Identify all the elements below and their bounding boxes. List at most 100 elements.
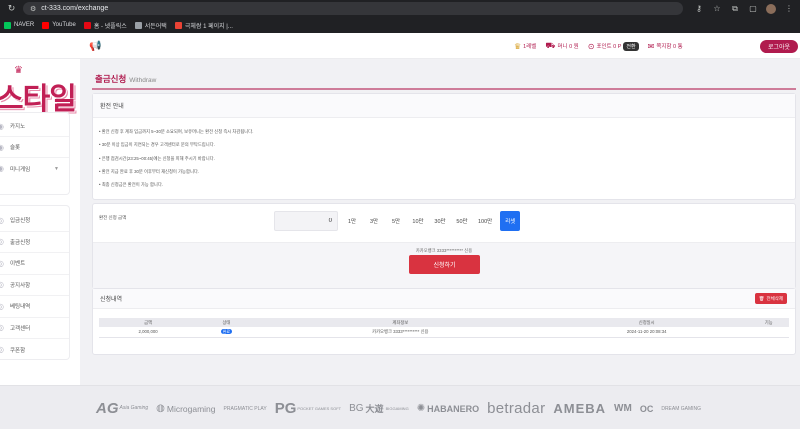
notice-line: • 환전 지급 완료 후 30분 이후부터 재신청이 가능합니다.: [99, 168, 200, 174]
coupon-icon: ◎: [0, 345, 4, 355]
page-title-text: 출금신청: [95, 74, 127, 84]
header-money[interactable]: ⛟ 머니 0 원: [545, 41, 578, 51]
casino-icon: ◉: [0, 121, 4, 131]
amount-button-50k[interactable]: 5만: [385, 211, 407, 231]
notice-title: 환전 안내: [93, 94, 795, 118]
provider-sublabel: POCKET GAMES SOFT: [297, 405, 342, 411]
amount-button-500k[interactable]: 50만: [451, 211, 473, 231]
delete-all-button[interactable]: 🗑 전체삭제: [754, 293, 787, 304]
amount-button-300k[interactable]: 30만: [429, 211, 451, 231]
provider-label: PG: [274, 400, 297, 417]
site-icon: [174, 21, 182, 29]
event-icon: ◎: [0, 258, 4, 268]
bookmark-netflix[interactable]: 홈 - 넷플릭스: [83, 21, 127, 30]
sidebar-item-casino[interactable]: ◉ 카지노: [0, 116, 69, 137]
provider-asia-gaming: AG Asia Gaming: [96, 400, 148, 417]
sidebar-item-withdraw[interactable]: ◎ 출금신청: [0, 232, 69, 253]
site-logo[interactable]: ♛ 스타일: [0, 63, 80, 116]
trash-icon: 🗑: [758, 295, 765, 301]
sidebar-item-event[interactable]: ◎ 이벤트: [0, 253, 69, 275]
bookmark-label: NAVER: [14, 22, 35, 28]
provider-betradar: betradar: [487, 400, 545, 417]
address-bar[interactable]: ⚙ ct-333.com/exchange: [23, 2, 683, 15]
amount-button-1m[interactable]: 100만: [473, 211, 497, 231]
header-level[interactable]: ♛ 1레벨: [514, 42, 536, 51]
browser-actions: ⚷ ☆ ⧉ ▢ ⋮: [694, 3, 794, 14]
bookmark-site[interactable]: 극체쌈 1 페이지 |...: [174, 21, 233, 30]
header-point[interactable]: ⊙ 포인트 0 P 전환: [588, 41, 639, 51]
browser-chrome: ↻ ⚙ ct-333.com/exchange ⚷ ☆ ⧉ ▢ ⋮ NAVER …: [0, 0, 800, 33]
header-status: ♛ 1레벨 ⛟ 머니 0 원 ⊙ 포인트 0 P 전환 ✉ 쪽지함 0 통: [514, 41, 683, 51]
cell-account: 카카오뱅크 3333********** 신용: [255, 327, 546, 338]
amount-button-30k[interactable]: 3만: [363, 211, 385, 231]
provider-label: Microgaming: [166, 403, 216, 414]
amount-button-100k[interactable]: 10만: [407, 211, 429, 231]
cell-date: 2024-11-20 20:08:34: [545, 327, 749, 338]
sidebar-item-support[interactable]: ◎ 고객센터: [0, 318, 69, 339]
habanero-icon: ✺: [416, 403, 426, 414]
minigame-icon: ◉: [0, 164, 4, 173]
provider-oc: OC: [640, 404, 654, 414]
bookmarks-bar: NAVER YouTube 홈 - 넷플릭스 서든어택 극체쌈 1 페이지 |.…: [0, 17, 800, 33]
sidebar-item-coupon[interactable]: ◎ 쿠폰함: [0, 339, 69, 361]
cell-action: [748, 327, 789, 338]
amount-buttons: 1만 3만 5만 10만 30만 50만 100만 리셋: [341, 211, 521, 231]
logout-button[interactable]: 로그아웃: [760, 40, 798, 53]
provider-microgaming: ◍ Microgaming: [156, 403, 215, 414]
sidepanel-icon[interactable]: ▢: [748, 4, 758, 13]
withdraw-icon: ◎: [0, 237, 4, 247]
sidebar-item-slot[interactable]: ◉ 슬롯: [0, 137, 69, 158]
bookmark-naver[interactable]: NAVER: [4, 21, 35, 29]
sidebar-item-label: 베팅내역: [10, 304, 31, 311]
withdraw-history-card: 신청내역 🗑 전체삭제 금액 상태 계좌정보 신청일시 기능 2,000,000…: [92, 288, 796, 355]
bookmark-label: 극체쌈 1 페이지 |...: [184, 23, 233, 30]
history-title: 신청내역: [93, 289, 795, 309]
submit-withdraw-button[interactable]: 신청하기: [409, 255, 480, 274]
header-mail[interactable]: ✉ 쪽지함 0 통: [648, 42, 683, 51]
column-header: 신청일시: [545, 318, 749, 327]
bookmark-youtube[interactable]: YouTube: [42, 21, 76, 29]
provider-label: OC: [639, 403, 654, 414]
withdraw-notice-card: 환전 안내 • 환전 신청 후 계좌 입금까지 5~30분 소요되며, 보유머니…: [92, 93, 796, 200]
sidebar-item-notice[interactable]: ◎ 공지사항: [0, 275, 69, 296]
provider-label: 大遊: [365, 404, 384, 414]
column-header: 기능: [748, 318, 789, 327]
profile-avatar[interactable]: [766, 3, 776, 14]
provider-ameba: AMEBA: [553, 401, 606, 416]
sidebar-item-label: 이벤트: [10, 261, 26, 268]
sidebar-item-minigame[interactable]: ◉ 미니게임 ▼: [0, 158, 69, 179]
provider-habanero: ✺ HABANERO: [417, 403, 479, 414]
sidebar-item-deposit[interactable]: ◎ 입금신청: [0, 210, 69, 232]
provider-label: betradar: [487, 400, 546, 417]
convert-point-button[interactable]: 전환: [623, 41, 639, 51]
notice-line: • 은행 점검시간(23:25~00:45)에는 신청을 피해 주시기 바랍니다…: [99, 155, 215, 161]
bookmark-label: YouTube: [52, 22, 76, 28]
reload-icon[interactable]: ↻: [6, 3, 17, 14]
reset-button[interactable]: 리셋: [500, 211, 521, 231]
provider-big-gaming: BG 大遊 BIGGAMING: [349, 402, 409, 415]
sidebar-item-label: 미니게임: [10, 166, 31, 173]
provider-dream-gaming: DREAM GAMING: [661, 406, 701, 412]
bookmark-suddenattack[interactable]: 서든어택: [134, 21, 167, 30]
page-title: 출금신청 Withdraw: [95, 73, 156, 85]
sidebar-item-bet-history[interactable]: ◎ 베팅내역: [0, 296, 69, 318]
table-header-row: 금액 상태 계좌정보 신청일시 기능: [99, 318, 789, 327]
site-info-icon[interactable]: ⚙: [30, 5, 36, 13]
netflix-icon: [83, 21, 91, 29]
notice-icon: ◎: [0, 280, 4, 290]
amount-input[interactable]: [274, 211, 338, 231]
password-key-icon[interactable]: ⚷: [694, 4, 704, 13]
sidebar-item-label: 쿠폰함: [10, 347, 26, 354]
provider-label: BG: [349, 403, 364, 414]
provider-label: PRAGMATIC PLAY: [223, 405, 267, 412]
column-header: 계좌정보: [255, 318, 546, 327]
cell-status: 완료: [197, 327, 256, 338]
page-subtitle: Withdraw: [129, 77, 157, 84]
megaphone-icon[interactable]: 📢: [89, 41, 101, 52]
provider-pragmatic: PRAGMATIC PLAY: [224, 406, 267, 412]
extensions-icon[interactable]: ⧉: [730, 4, 740, 14]
deposit-icon: ◎: [0, 215, 4, 225]
bookmark-star-icon[interactable]: ☆: [712, 4, 722, 13]
browser-menu-icon[interactable]: ⋮: [784, 4, 794, 13]
amount-button-10k[interactable]: 1만: [341, 211, 363, 231]
